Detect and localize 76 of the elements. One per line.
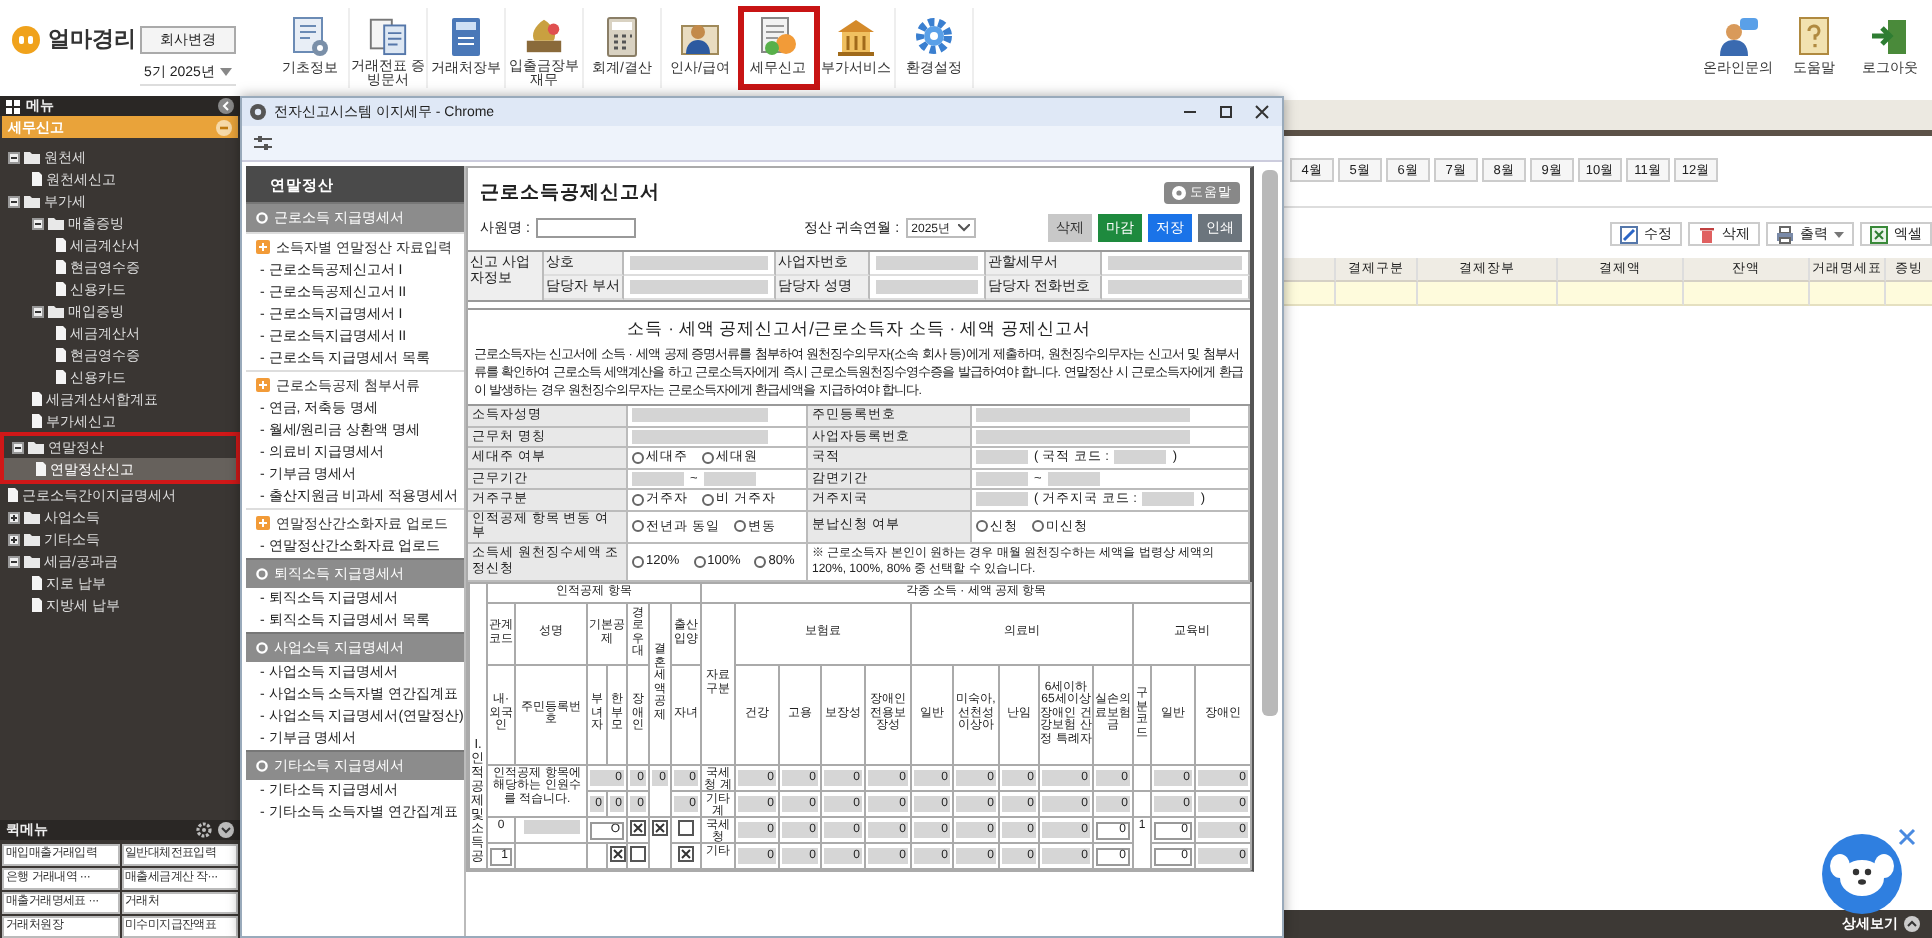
plus-icon: [256, 378, 270, 392]
folder-icon: [24, 151, 40, 163]
settings-icon[interactable]: [196, 822, 212, 838]
checked-box-icon[interactable]: [652, 819, 668, 835]
table-cell: [1810, 282, 1886, 306]
printer-icon: [1776, 225, 1794, 243]
table-cell: [1558, 282, 1684, 306]
masked-field: [630, 280, 768, 294]
form-title: 근로소득공제신고서: [480, 180, 660, 206]
masked-field: [523, 819, 579, 833]
ring-icon: [256, 212, 268, 224]
checkbox-icon[interactable]: [678, 819, 694, 835]
masked-field: [632, 408, 768, 423]
money-bag-icon: [522, 14, 566, 56]
table-cell: [1684, 282, 1810, 306]
table-cell: [1284, 282, 1336, 306]
sliders-icon[interactable]: [254, 136, 272, 150]
folder-icon: [28, 441, 44, 453]
person-chat-icon: [1716, 14, 1760, 58]
masked-field: [1108, 256, 1242, 270]
edit-icon: [1620, 225, 1638, 243]
masked-field: [630, 256, 768, 270]
checkbox-icon[interactable]: [630, 845, 646, 861]
trash-icon: [1698, 225, 1716, 243]
checked-box-icon[interactable]: [630, 819, 646, 835]
masked-field: [632, 429, 768, 444]
employee-name-field[interactable]: [535, 218, 636, 238]
app-logo-text: 얼마경리: [48, 26, 136, 54]
masked-field: [876, 280, 978, 294]
table-cell: [1418, 282, 1558, 306]
masked-field: [976, 471, 1028, 486]
caret-icon: [1834, 231, 1844, 237]
spreadsheet-icon: [1870, 225, 1888, 243]
file-icon: [8, 488, 18, 502]
collapse-left-icon[interactable]: [218, 98, 234, 114]
file-icon: [36, 462, 46, 476]
masked-field: [1108, 280, 1242, 294]
caret-icon: [958, 224, 970, 232]
checked-box-icon[interactable]: [678, 845, 694, 861]
building-icon: [834, 14, 878, 58]
ring-icon: [256, 760, 268, 772]
expand-down-icon[interactable]: [218, 822, 234, 838]
masked-field: [1142, 492, 1195, 507]
table-cell: [1886, 282, 1932, 306]
masked-field: [703, 471, 756, 486]
masked-field: [976, 450, 1028, 465]
plus-icon: [256, 240, 270, 254]
table-cell: [1336, 282, 1418, 306]
masked-field: [1047, 471, 1100, 486]
masked-field: [1114, 450, 1167, 465]
collapse-icon[interactable]: [216, 119, 232, 135]
chatbot-dog-icon[interactable]: [1820, 832, 1904, 916]
plus-icon: [256, 516, 270, 530]
masked-field: [876, 256, 978, 270]
masked-field: [632, 471, 684, 486]
logout-icon: [1868, 14, 1912, 58]
file-icon: [32, 172, 42, 186]
maximize-icon[interactable]: [1218, 104, 1234, 120]
close-icon[interactable]: [1254, 104, 1270, 120]
help-icon: [1172, 186, 1186, 200]
tax-form-icon: [756, 14, 800, 58]
logo-icon: [12, 25, 40, 53]
checked-box-icon[interactable]: [609, 845, 625, 861]
documents-icon: [366, 14, 410, 56]
ring-icon: [256, 568, 268, 580]
folder-icon: [48, 305, 64, 317]
scrollbar[interactable]: [1262, 170, 1278, 716]
expand-up-icon[interactable]: [1904, 916, 1920, 932]
gear-icon: [912, 14, 956, 58]
caret-icon: [220, 68, 232, 76]
grid-icon: [6, 99, 20, 113]
masked-field: [976, 492, 1028, 507]
column-header: [1284, 258, 1336, 282]
form-heading: 소득 · 세액 공제신고서/근로소득자 소득 · 세액 공제신고서: [625, 316, 1093, 342]
ring-icon: [256, 642, 268, 654]
document-gear-icon: [288, 14, 332, 58]
